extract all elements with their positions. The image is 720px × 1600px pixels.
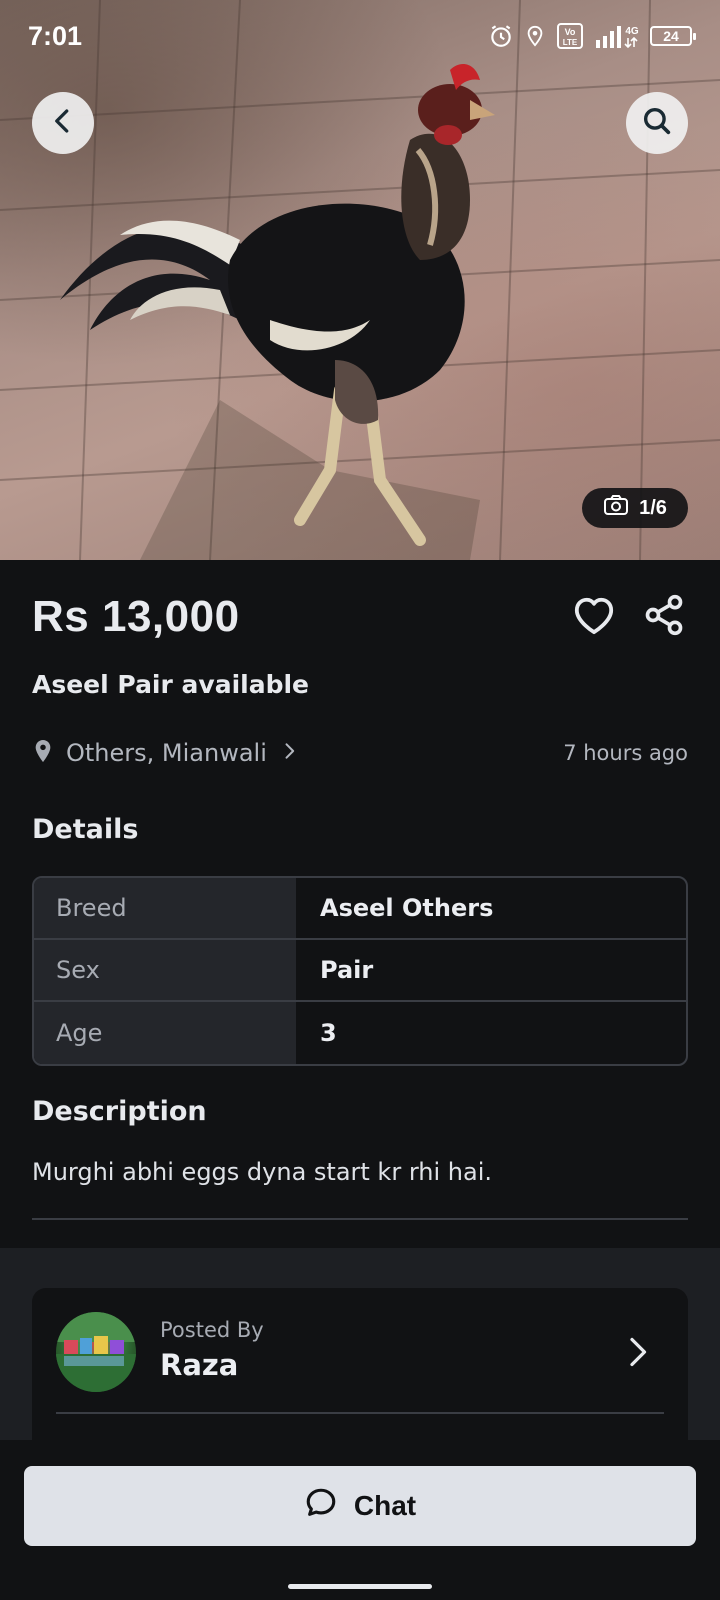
price-row: Rs 13,000: [32, 592, 688, 642]
volte-icon: Vo LTE: [556, 22, 584, 50]
home-indicator[interactable]: [288, 1584, 432, 1589]
location-text: Others, Mianwali: [66, 739, 267, 767]
battery-icon: 24: [650, 26, 696, 46]
share-icon: [642, 593, 686, 641]
chat-button[interactable]: Chat: [24, 1466, 696, 1546]
location-status-icon: [524, 23, 546, 49]
signal-4g-icon: 4G: [594, 22, 640, 50]
chevron-right-icon: [279, 740, 299, 766]
svg-text:4G: 4G: [625, 26, 639, 37]
details-value: Pair: [320, 956, 374, 984]
details-table: Breed Aseel Others Sex Pair Age 3: [32, 876, 688, 1066]
listing-actions: [570, 593, 688, 641]
svg-text:LTE: LTE: [563, 38, 578, 47]
location-row: Others, Mianwali 7 hours ago: [32, 738, 688, 768]
location-link[interactable]: Others, Mianwali: [32, 738, 299, 768]
status-bar: 7:01 Vo LTE 4G 24: [0, 0, 720, 72]
svg-text:Vo: Vo: [565, 27, 576, 37]
image-counter: 1/6: [639, 496, 667, 519]
description-text: Murghi abhi eggs dyna start kr rhi hai.: [32, 1158, 492, 1186]
search-icon: [640, 104, 674, 142]
chevron-right-icon: [622, 1332, 652, 1376]
image-counter-badge[interactable]: 1/6: [582, 488, 688, 528]
listing-image[interactable]: 7:01 Vo LTE 4G 24 1/6: [0, 0, 720, 560]
status-time: 7:01: [28, 20, 83, 51]
chat-bubble-icon: [304, 1486, 338, 1527]
chevron-left-icon: [48, 106, 78, 140]
divider: [32, 1218, 688, 1220]
details-value: 3: [320, 1019, 337, 1047]
table-row: Sex Pair: [34, 940, 686, 1002]
status-icons: Vo LTE 4G 24: [488, 22, 696, 50]
divider: [56, 1412, 664, 1414]
details-value: Aseel Others: [320, 894, 494, 922]
details-key: Age: [34, 1002, 296, 1064]
listing-title: Aseel Pair available: [32, 670, 310, 699]
description-heading: Description: [32, 1096, 207, 1127]
location-pin-icon: [32, 738, 54, 768]
camera-icon: [603, 493, 629, 523]
posted-time: 7 hours ago: [563, 741, 688, 765]
bottom-action-bar: Chat: [0, 1440, 720, 1600]
table-row: Age 3: [34, 1002, 686, 1064]
seller-name: Raza: [160, 1348, 239, 1382]
table-row: Breed Aseel Others: [34, 878, 686, 940]
heart-icon: [571, 594, 617, 640]
back-button[interactable]: [32, 92, 94, 154]
chat-label: Chat: [353, 1490, 417, 1521]
price: Rs 13,000: [32, 592, 240, 641]
details-key: Sex: [34, 940, 296, 1000]
posted-by-label: Posted By: [160, 1318, 264, 1342]
rooster-photo: [60, 64, 495, 546]
search-button[interactable]: [626, 92, 688, 154]
alarm-icon: [488, 23, 514, 49]
details-heading: Details: [32, 814, 139, 845]
avatar: [56, 1312, 136, 1392]
details-key: Breed: [34, 878, 296, 938]
favorite-button[interactable]: [570, 593, 618, 641]
share-button[interactable]: [640, 593, 688, 641]
